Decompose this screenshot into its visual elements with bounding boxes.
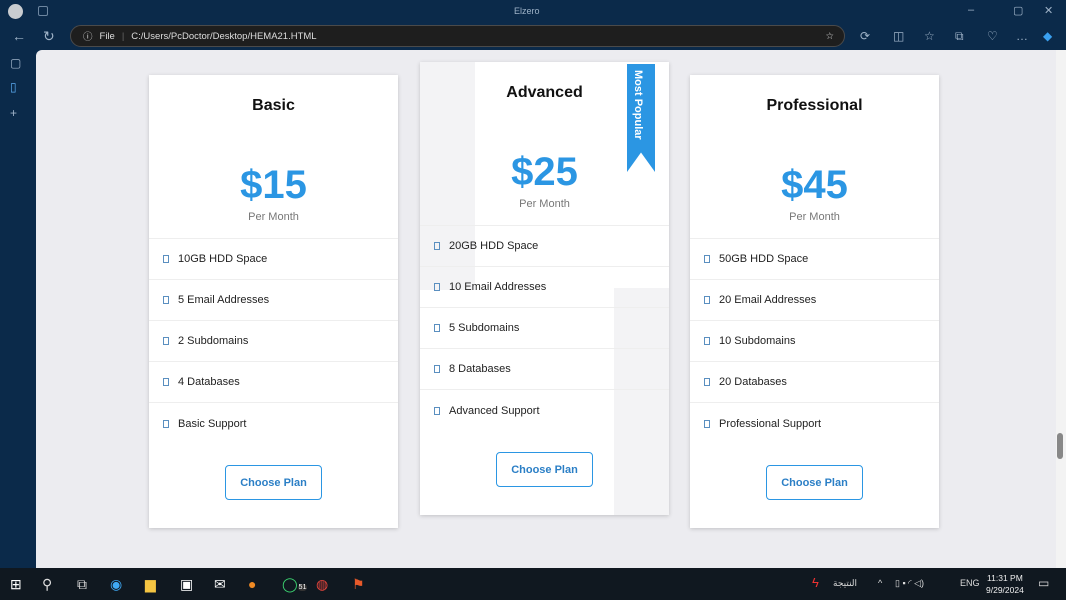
check-icon <box>163 255 169 263</box>
check-icon <box>163 337 169 345</box>
feature-item: 20GB HDD Space <box>420 226 669 267</box>
close-button[interactable]: ✕ <box>1044 4 1053 17</box>
window-title: Elzero <box>514 6 540 16</box>
minimize-button[interactable]: – <box>968 4 974 16</box>
feature-item: 10 Email Addresses <box>420 267 669 308</box>
url-text: C:/Users/PcDoctor/Desktop/HEMA21.HTML <box>131 30 317 42</box>
vertical-tabs-sidebar: ▢ ▯ + <box>0 50 36 568</box>
more-icon[interactable]: … <box>1016 29 1028 43</box>
check-icon <box>434 406 440 415</box>
choose-plan-button[interactable]: Choose Plan <box>766 465 863 500</box>
back-icon[interactable]: ← <box>12 28 26 44</box>
feature-item: 5 Email Addresses <box>149 280 398 321</box>
check-icon <box>163 296 169 304</box>
feature-item: 4 Databases <box>149 362 398 403</box>
page-scrollbar[interactable] <box>1056 50 1066 568</box>
plan-card-advanced: Advanced $25 Per Month Most Popular 20GB… <box>420 62 669 515</box>
feature-list: 10GB HDD Space 5 Email Addresses 2 Subdo… <box>149 238 398 444</box>
choose-plan-button[interactable]: Choose Plan <box>225 465 322 500</box>
address-prefix: File <box>99 30 115 42</box>
refresh-icon[interactable]: ↻ <box>43 28 55 45</box>
notifications-icon[interactable]: ▭ <box>1038 576 1049 590</box>
edge-icon[interactable]: ◉ <box>110 576 122 593</box>
search-icon[interactable]: ⚲ <box>42 576 52 593</box>
feature-list: 50GB HDD Space 20 Email Addresses 10 Sub… <box>690 238 939 444</box>
feature-item: Advanced Support <box>420 390 669 431</box>
file-explorer-icon[interactable]: ▆ <box>145 576 156 593</box>
check-icon <box>704 419 710 428</box>
copilot-icon[interactable]: ◆ <box>1043 29 1052 43</box>
title-bar: Elzero – ▢ ✕ <box>0 0 1066 22</box>
feature-item: 20 Databases <box>690 362 939 403</box>
plan-card-professional: Professional $45 Per Month 50GB HDD Spac… <box>690 75 939 528</box>
check-icon <box>704 255 710 263</box>
profile-avatar[interactable] <box>8 4 23 19</box>
taskbar: ⊞ ⚲ ⧉ ◉ ▆ ▣ ✉ ● ◯51 ◍ ⚑ ϟ النتيجة ^ ▯ ▪ … <box>0 568 1066 600</box>
mail-icon[interactable]: ✉ <box>214 576 226 593</box>
check-icon <box>434 324 440 332</box>
plan-card-basic: Basic $15 Per Month 10GB HDD Space 5 Ema… <box>149 75 398 528</box>
chrome-icon[interactable]: ◍ <box>316 576 328 593</box>
choose-plan-button[interactable]: Choose Plan <box>496 452 593 487</box>
feature-item: 20 Email Addresses <box>690 280 939 321</box>
clock[interactable]: 11:31 PM 9/29/2024 <box>986 572 1024 596</box>
plan-price: $15 <box>240 163 307 207</box>
start-icon[interactable]: ⊞ <box>10 576 22 593</box>
favorite-star-icon[interactable]: ☆ <box>825 31 834 42</box>
feature-item: 2 Subdomains <box>149 321 398 362</box>
browser-essentials-icon[interactable]: ♡ <box>987 29 998 43</box>
new-tab-icon[interactable]: + <box>10 106 17 120</box>
store-icon[interactable]: ▣ <box>180 576 193 593</box>
check-icon <box>704 296 710 304</box>
plan-price: $45 <box>781 163 848 207</box>
plan-period: Per Month <box>248 211 299 223</box>
plan-title: Basic <box>252 97 295 114</box>
plan-period: Per Month <box>789 211 840 223</box>
address-bar[interactable]: ⓘ File | C:/Users/PcDoctor/Desktop/HEMA2… <box>70 25 845 47</box>
feature-list: 20GB HDD Space 10 Email Addresses 5 Subd… <box>420 225 669 431</box>
check-icon <box>434 283 440 291</box>
feature-item: 10 Subdomains <box>690 321 939 362</box>
tab-actions-icon[interactable]: ▢ <box>10 56 21 70</box>
show-hidden-icons[interactable]: ^ <box>878 578 882 588</box>
app-icon[interactable]: ⚑ <box>352 576 365 593</box>
plan-period: Per Month <box>519 198 570 210</box>
check-icon <box>163 419 169 428</box>
info-icon: ⓘ <box>83 32 93 43</box>
check-icon <box>434 365 440 373</box>
task-view-icon[interactable]: ⧉ <box>77 576 87 593</box>
check-icon <box>704 337 710 345</box>
firefox-icon[interactable]: ● <box>248 576 256 592</box>
page-content: Basic $15 Per Month 10GB HDD Space 5 Ema… <box>36 50 1056 568</box>
check-icon <box>434 242 440 250</box>
feature-item: Professional Support <box>690 403 939 444</box>
whatsapp-icon[interactable]: ◯51 <box>282 576 308 593</box>
extensions-icon[interactable]: ⟳ <box>860 29 870 43</box>
split-screen-icon[interactable]: ◫ <box>893 29 904 43</box>
weather-text[interactable]: النتيجة <box>833 578 857 589</box>
tray-icons[interactable]: ▯ ▪ ◜ ◁) <box>895 578 924 589</box>
feature-item: 8 Databases <box>420 349 669 390</box>
current-tab-icon[interactable]: ▯ <box>10 80 17 94</box>
check-icon <box>163 378 169 386</box>
feature-item: Basic Support <box>149 403 398 444</box>
plan-title: Professional <box>766 97 863 114</box>
feature-item: 5 Subdomains <box>420 308 669 349</box>
scrollbar-thumb[interactable] <box>1057 433 1063 459</box>
weather-icon[interactable]: ϟ <box>812 575 819 590</box>
collections-icon[interactable]: ⧉ <box>955 29 964 44</box>
language-indicator[interactable]: ENG <box>960 578 980 588</box>
favorites-icon[interactable]: ☆ <box>924 29 935 43</box>
maximize-button[interactable]: ▢ <box>1013 4 1023 17</box>
check-icon <box>704 378 710 386</box>
workspaces-icon[interactable] <box>38 6 48 16</box>
feature-item: 50GB HDD Space <box>690 239 939 280</box>
feature-item: 10GB HDD Space <box>149 239 398 280</box>
